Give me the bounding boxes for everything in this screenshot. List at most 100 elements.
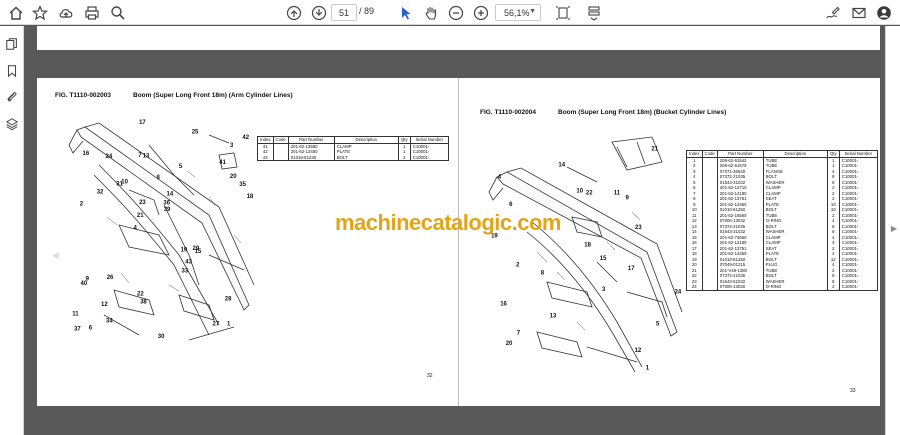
callout-number: 38 bbox=[140, 299, 147, 305]
page-down-icon[interactable] bbox=[309, 3, 328, 22]
toolbar: 51 / 89 56,1% ▼ bbox=[0, 0, 900, 25]
mail-icon[interactable] bbox=[849, 3, 868, 22]
callout-number: 15 bbox=[600, 256, 607, 262]
callout-number: 18 bbox=[247, 194, 254, 200]
page-up-icon[interactable] bbox=[284, 3, 303, 22]
callout-number: 13 bbox=[143, 154, 150, 160]
callout-number: 13 bbox=[550, 314, 557, 320]
collapse-right-arrow-icon[interactable]: ▶ bbox=[891, 224, 897, 233]
callout-number: 23 bbox=[635, 225, 642, 231]
callout-number: 33 bbox=[182, 268, 189, 274]
left-figure-title: Boom (Super Long Front 18m) (Arm Cylinde… bbox=[133, 92, 293, 99]
callout-number: 11 bbox=[72, 312, 79, 318]
callout-number: 4 bbox=[134, 226, 138, 232]
callout-number: 22 bbox=[586, 190, 593, 196]
callout-number: 8 bbox=[541, 271, 545, 277]
table-row: 24 07000-13030 O-RING 2 C10001- bbox=[686, 284, 878, 291]
zoom-in-icon[interactable] bbox=[471, 3, 490, 22]
document-view[interactable]: FIG. T1110-002003 Boom (Super Long Front … bbox=[25, 26, 885, 435]
callout-number: 20 bbox=[230, 174, 237, 180]
layers-icon[interactable] bbox=[4, 116, 20, 132]
callout-number: 10 bbox=[576, 189, 583, 195]
callout-number: 39 bbox=[164, 207, 171, 213]
left-page-number: 32 bbox=[427, 373, 433, 379]
table-cell: 01010-81230 bbox=[287, 154, 335, 161]
left-figure-number: FIG. T1110-002003 bbox=[55, 92, 112, 99]
callout-number: 18 bbox=[584, 243, 591, 249]
callout-number: 20 bbox=[506, 341, 513, 347]
callout-number: 16 bbox=[500, 302, 507, 308]
previous-page-edge bbox=[37, 26, 880, 50]
callout-number: 2 bbox=[80, 201, 84, 207]
callout-number: 23 bbox=[139, 200, 146, 206]
callout-number: 36 bbox=[163, 201, 170, 207]
callout-number: 43 bbox=[185, 259, 192, 265]
account-icon[interactable] bbox=[874, 3, 893, 22]
callout-number: 6 bbox=[509, 202, 513, 208]
right-parts-table: Index Code Part Number Description Qty Serial… bbox=[686, 150, 878, 291]
callout-number: 30 bbox=[158, 334, 165, 340]
left-figure-heading: FIG. T1110-002003 Boom (Super Long Front … bbox=[55, 92, 293, 99]
collapse-left-arrow-icon[interactable]: ◀ bbox=[52, 250, 59, 261]
right-figure-heading: FIG. T1110-002004 Boom (Super Long Front … bbox=[480, 109, 726, 116]
table-cell: O-RING bbox=[762, 284, 828, 291]
home-icon[interactable] bbox=[6, 3, 25, 22]
current-page-input[interactable]: 51 bbox=[331, 4, 357, 21]
table-cell bbox=[701, 284, 718, 291]
callout-number: 40 bbox=[81, 281, 88, 287]
table-cell: C10001- bbox=[409, 154, 449, 161]
right-page-number: 33 bbox=[850, 388, 856, 394]
callout-number: 14 bbox=[558, 162, 565, 168]
print-icon[interactable] bbox=[82, 3, 101, 22]
callout-number: 12 bbox=[635, 348, 642, 354]
callout-number: 24 bbox=[675, 290, 682, 296]
fit-page-icon[interactable] bbox=[553, 3, 572, 22]
sign-icon[interactable] bbox=[823, 3, 842, 22]
zoom-value: 56,1% bbox=[504, 7, 530, 18]
left-exploded-diagram: 1234567891011121314151617181920212223242… bbox=[68, 120, 255, 341]
table-cell: 2 bbox=[826, 284, 840, 291]
callout-number: 17 bbox=[628, 266, 635, 272]
callout-number: 26 bbox=[107, 275, 114, 281]
callout-number: 21 bbox=[651, 146, 658, 152]
select-cursor-icon[interactable] bbox=[396, 3, 415, 22]
callout-number: 7 bbox=[517, 331, 521, 337]
table-header: Serial Number bbox=[409, 136, 449, 144]
hand-icon[interactable] bbox=[421, 3, 440, 22]
chevron-down-icon: ▼ bbox=[529, 8, 536, 15]
star-icon[interactable] bbox=[30, 3, 49, 22]
upload-icon[interactable] bbox=[56, 3, 75, 22]
callout-number: 21 bbox=[137, 213, 144, 219]
table-cell: 24 bbox=[686, 284, 703, 291]
callout-number: 7 bbox=[138, 153, 142, 159]
callout-number: 3 bbox=[602, 287, 606, 293]
table-row: 43 01010-81230 BOLT 2 C10001- bbox=[257, 154, 449, 161]
callout-number: 34 bbox=[106, 319, 113, 325]
zoom-out-icon[interactable] bbox=[446, 3, 465, 22]
callout-number: 17 bbox=[139, 120, 146, 126]
zoom-select[interactable]: 56,1% ▼ bbox=[495, 4, 541, 21]
callout-number: 35 bbox=[239, 182, 246, 188]
callout-number: 9 bbox=[626, 195, 630, 201]
callout-number: 27 bbox=[213, 321, 220, 327]
search-icon[interactable] bbox=[108, 3, 127, 22]
scroll-mode-icon[interactable] bbox=[584, 3, 603, 22]
callout-number: 32 bbox=[97, 190, 104, 196]
callout-number: 1 bbox=[646, 366, 650, 372]
callout-number: 12 bbox=[101, 302, 108, 308]
table-cell: C10001- bbox=[838, 284, 878, 291]
callout-number: 14 bbox=[167, 192, 174, 198]
pages-icon[interactable] bbox=[4, 36, 20, 52]
attachment-icon[interactable] bbox=[4, 89, 20, 105]
bookmark-icon[interactable] bbox=[4, 63, 20, 79]
callout-number: 31 bbox=[116, 181, 123, 187]
callout-number: 42 bbox=[242, 135, 249, 141]
callout-number: 29 bbox=[193, 246, 200, 252]
table-header: Serial Number bbox=[838, 150, 878, 158]
callout-number: 22 bbox=[137, 292, 144, 298]
table-cell: 07000-13030 bbox=[716, 284, 764, 291]
callout-number: 24 bbox=[106, 154, 113, 160]
callout-number: 2 bbox=[516, 262, 520, 268]
table-cell: 2 bbox=[397, 154, 411, 161]
callout-number: 19 bbox=[181, 248, 188, 254]
